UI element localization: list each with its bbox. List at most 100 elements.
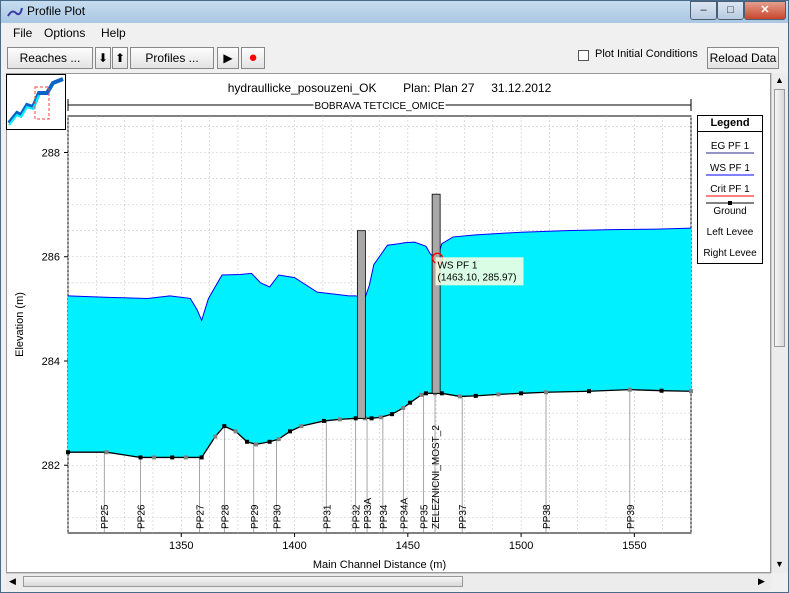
scroll-left-arrow[interactable]: ◀ <box>9 576 16 587</box>
station-label: PP28 <box>220 504 231 529</box>
ground-point <box>544 390 549 395</box>
x-tick-label: 1450 <box>396 540 420 552</box>
station-label: PP30 <box>272 504 283 529</box>
ground-point <box>473 393 478 398</box>
move-down-button[interactable]: ⬇ <box>95 47 111 69</box>
ground-point <box>267 439 272 444</box>
ground-point <box>104 450 109 455</box>
ground-point <box>519 391 524 396</box>
vertical-scroll-thumb[interactable] <box>774 89 785 347</box>
station-label: PP34A <box>399 498 410 529</box>
legend-ground-marker <box>728 201 732 205</box>
station-label: PP32 <box>352 504 363 529</box>
minimize-button[interactable]: – <box>690 1 717 20</box>
maximize-button[interactable]: □ <box>717 1 744 20</box>
ground-point <box>254 442 259 447</box>
station-label: PP38 <box>542 504 553 529</box>
x-tick-label: 1500 <box>509 540 533 552</box>
thumbnail-map <box>7 77 64 126</box>
ground-point <box>199 455 204 460</box>
ground-point <box>276 437 281 442</box>
y-tick-label: 286 <box>42 252 60 264</box>
reach-label: BOBRAVA TETCICE_OMICE <box>314 101 444 112</box>
ground-point <box>337 417 342 422</box>
ground-point <box>423 391 428 396</box>
ground-point <box>138 455 143 460</box>
ground-point <box>321 418 326 423</box>
y-tick-label: 282 <box>42 460 60 472</box>
station-label: PP35 <box>420 504 431 529</box>
menu-bar: File Options Help <box>1 23 788 43</box>
ground-point <box>222 424 227 429</box>
bridge-deck <box>431 193 441 394</box>
chart-title: hydraullicke_posouzeni_OK Plan: Plan 27 … <box>228 81 552 95</box>
menu-options[interactable]: Options <box>44 26 85 40</box>
app-icon <box>7 7 23 17</box>
profile-chart: PP25 PP26 PP27 PP28 PP29 PP30 PP31 PP32 PP33A PP3… <box>14 81 693 571</box>
y-tick-label: 288 <box>42 147 60 159</box>
station-label: PP33A <box>363 498 374 529</box>
play-button[interactable]: ▶ <box>217 47 239 69</box>
x-tick-label: 1400 <box>282 540 306 552</box>
station-label: PP37 <box>458 504 469 529</box>
record-button[interactable]: ● <box>241 47 265 69</box>
station-label: PP27 <box>195 504 206 529</box>
plot-area: PP25 PP26 PP27 PP28 PP29 PP30 PP31 PP32 PP33A PP3… <box>6 73 771 573</box>
menu-help[interactable]: Help <box>101 26 126 40</box>
bridge-deck <box>356 230 366 419</box>
ground-point <box>389 412 394 417</box>
scroll-up-arrow[interactable]: ▲ <box>775 75 784 85</box>
title-bar[interactable]: Profile Plot – □ ✕ <box>1 1 788 23</box>
ground-point <box>587 389 592 394</box>
ground-point <box>401 405 406 410</box>
tooltip-line1: WS PF 1 <box>437 260 477 271</box>
ground-point <box>369 416 374 421</box>
reach-thumbnail[interactable] <box>6 74 66 130</box>
ground-point <box>213 434 218 439</box>
window-title: Profile Plot <box>27 4 86 18</box>
ground-point <box>233 429 238 434</box>
y-axis-label: Elevation (m) <box>14 292 26 357</box>
station-label: PP31 <box>322 504 333 529</box>
close-button[interactable]: ✕ <box>744 1 786 20</box>
profiles-button[interactable]: Profiles ... <box>130 47 214 69</box>
move-up-button[interactable]: ⬆ <box>112 47 128 69</box>
ground-point <box>378 415 383 420</box>
ground-point <box>183 455 188 460</box>
y-tick-label: 284 <box>42 356 60 368</box>
menu-file[interactable]: File <box>13 26 32 40</box>
station-label: PP34 <box>379 504 390 529</box>
ground-point <box>288 429 293 434</box>
vertical-scrollbar[interactable]: ▲ ▼ <box>771 73 788 573</box>
ground-point <box>244 439 249 444</box>
ground-point <box>152 455 157 460</box>
profile-plot-window: Profile Plot – □ ✕ File Options Help Rea… <box>0 0 789 593</box>
ground-point <box>408 400 413 405</box>
plot-initial-conditions-checkbox[interactable] <box>578 50 589 61</box>
x-tick-label: 1550 <box>622 540 646 552</box>
reaches-button[interactable]: Reaches ... <box>7 47 93 69</box>
x-tick-label: 1350 <box>169 540 193 552</box>
scroll-down-arrow[interactable]: ▼ <box>775 559 784 569</box>
horizontal-scrollbar[interactable]: ◀ ▶ <box>6 573 771 590</box>
station-label: PP26 <box>136 504 147 529</box>
ground-point <box>689 389 693 394</box>
ground-point <box>457 394 462 399</box>
ground-point <box>659 388 664 393</box>
horizontal-scroll-thumb[interactable] <box>23 576 463 587</box>
station-label: PP25 <box>100 504 111 529</box>
scroll-right-arrow[interactable]: ▶ <box>758 576 765 587</box>
station-label: PP39 <box>626 504 637 529</box>
reload-data-button[interactable]: Reload Data <box>707 47 779 69</box>
ground-point <box>496 392 501 397</box>
tooltip-line2: (1463.10, 285.97) <box>437 272 516 283</box>
legend-swatches <box>706 152 754 205</box>
ground-point <box>419 392 424 397</box>
ground-point <box>627 387 632 392</box>
x-axis-label: Main Channel Distance (m) <box>313 559 446 571</box>
ground-point <box>299 424 304 429</box>
station-label: PP29 <box>250 504 261 529</box>
ground-point <box>170 455 175 460</box>
ground-point <box>66 450 70 455</box>
station-label: ZELEZNICNI_MOST_2 <box>431 425 442 529</box>
